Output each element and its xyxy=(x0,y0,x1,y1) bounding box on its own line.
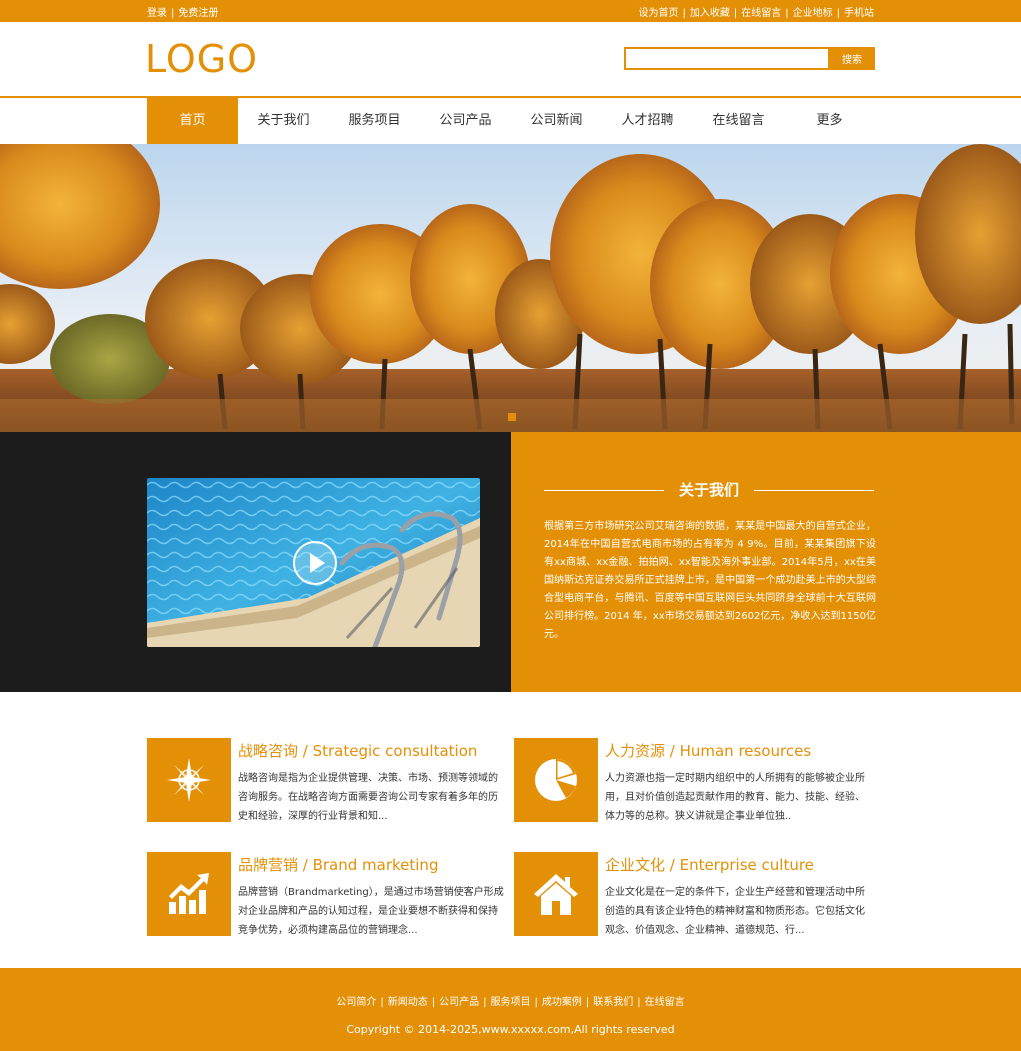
footer-link-cases[interactable]: 成功案例 xyxy=(542,997,582,1008)
search-box: 搜索 xyxy=(624,47,875,70)
search-input[interactable] xyxy=(624,47,830,70)
login-link[interactable]: 登录 xyxy=(147,8,167,19)
company-map-link[interactable]: 企业地标 xyxy=(793,8,833,19)
nav-item-products[interactable]: 公司产品 xyxy=(420,98,511,144)
about-text: 根据第三方市场研究公司艾瑞咨询的数据，某某是中国最大的自营式企业，2014年在中… xyxy=(544,521,876,640)
register-link[interactable]: 免费注册 xyxy=(178,8,218,19)
nav-item-services[interactable]: 服务项目 xyxy=(329,98,420,144)
service-icon-box xyxy=(514,852,598,936)
hero-banner xyxy=(0,144,1021,432)
nav-item-message[interactable]: 在线留言 xyxy=(693,98,784,144)
nav-item-news[interactable]: 公司新闻 xyxy=(511,98,602,144)
service-text: 企业文化是在一定的条件下，企业生产经营和管理活动中所创造的具有该企业特色的精神财… xyxy=(605,887,865,936)
online-message-link[interactable]: 在线留言 xyxy=(741,8,781,19)
main-nav: 首页 关于我们 服务项目 公司产品 公司新闻 人才招聘 在线留言 更多 xyxy=(0,98,1021,144)
heading-divider-right xyxy=(754,490,874,491)
site-header: LOGO 搜索 xyxy=(0,22,1021,98)
service-icon-box xyxy=(514,738,598,822)
service-title[interactable]: 战略咨询 / Strategic consultation xyxy=(238,740,477,761)
service-card-brand[interactable]: 品牌营销 / Brand marketing 品牌营销（Brandmarketi… xyxy=(147,852,507,942)
about-section: 关于我们 根据第三方市场研究公司艾瑞咨询的数据，某某是中国最大的自营式企业，20… xyxy=(0,432,1021,692)
banner-slide-indicator[interactable] xyxy=(508,413,516,421)
home-icon xyxy=(534,874,578,915)
heading-divider-left xyxy=(544,490,664,491)
nav-item-home[interactable]: 首页 xyxy=(147,98,238,144)
footer-links: 公司简介 | 新闻动态 | 公司产品 | 服务项目 | 成功案例 | 联系我们 | 在线留言 xyxy=(336,997,685,1008)
search-button[interactable]: 搜索 xyxy=(829,47,875,70)
footer-link-contact[interactable]: 联系我们 xyxy=(593,997,633,1008)
footer-link-products[interactable]: 公司产品 xyxy=(439,997,479,1008)
add-favorite-link[interactable]: 加入收藏 xyxy=(690,8,730,19)
service-text: 人力资源也指一定时期内组织中的人所拥有的能够被企业所用，且对价值创造起贡献作用的… xyxy=(605,773,865,822)
services-section: 战略咨询 / Strategic consultation 战略咨询是指为企业提… xyxy=(0,692,1021,968)
pie-chart-icon xyxy=(535,759,577,801)
footer-link-intro[interactable]: 公司简介 xyxy=(336,997,376,1008)
top-bar-right: 设为首页 | 加入收藏 | 在线留言 | 企业地标 | 手机站 xyxy=(638,8,875,19)
about-heading: 关于我们 xyxy=(544,479,874,503)
banner-image xyxy=(0,144,1021,432)
nav-item-careers[interactable]: 人才招聘 xyxy=(602,98,693,144)
play-icon[interactable] xyxy=(292,540,338,586)
growth-chart-icon xyxy=(169,873,209,914)
footer-link-news[interactable]: 新闻动态 xyxy=(388,997,428,1008)
service-text: 品牌营销（Brandmarketing），是通过市场营销使客户形成对企业品牌和产… xyxy=(238,887,504,936)
top-bar-left: 登录 | 免费注册 xyxy=(147,8,219,19)
service-title[interactable]: 人力资源 / Human resources xyxy=(605,740,811,761)
service-card-hr[interactable]: 人力资源 / Human resources 人力资源也指一定时期内组织中的人所… xyxy=(514,738,874,828)
site-logo[interactable]: LOGO xyxy=(145,37,258,81)
about-panel: 关于我们 根据第三方市场研究公司艾瑞咨询的数据，某某是中国最大的自营式企业，20… xyxy=(511,432,1021,692)
set-homepage-link[interactable]: 设为首页 xyxy=(639,8,679,19)
video-thumbnail[interactable] xyxy=(147,478,480,647)
service-icon-box xyxy=(147,852,231,936)
top-bar: 登录 | 免费注册 设为首页 | 加入收藏 | 在线留言 | 企业地标 | 手机站 xyxy=(0,0,1021,22)
nav-item-more[interactable]: 更多 xyxy=(784,98,875,144)
copyright: Copyright © 2014-2025,www.xxxxx.com,All … xyxy=(346,1023,675,1036)
compass-icon xyxy=(167,758,211,802)
service-card-culture[interactable]: 企业文化 / Enterprise culture 企业文化是在一定的条件下，企… xyxy=(514,852,874,942)
video-panel xyxy=(0,432,511,692)
footer-link-message[interactable]: 在线留言 xyxy=(645,997,685,1008)
nav-item-about[interactable]: 关于我们 xyxy=(238,98,329,144)
footer-link-services[interactable]: 服务项目 xyxy=(491,997,531,1008)
service-icon-box xyxy=(147,738,231,822)
about-title: 关于我们 xyxy=(678,481,739,499)
site-footer: 公司简介 | 新闻动态 | 公司产品 | 服务项目 | 成功案例 | 联系我们 | 在线留言 Copyr… xyxy=(0,968,1021,1051)
mobile-site-link[interactable]: 手机站 xyxy=(844,8,874,19)
service-text: 战略咨询是指为企业提供管理、决策、市场、预测等领域的咨询服务。在战略咨询方面需要… xyxy=(238,773,498,822)
service-title[interactable]: 品牌营销 / Brand marketing xyxy=(238,854,438,875)
service-title[interactable]: 企业文化 / Enterprise culture xyxy=(605,854,814,875)
service-card-strategy[interactable]: 战略咨询 / Strategic consultation 战略咨询是指为企业提… xyxy=(147,738,507,828)
